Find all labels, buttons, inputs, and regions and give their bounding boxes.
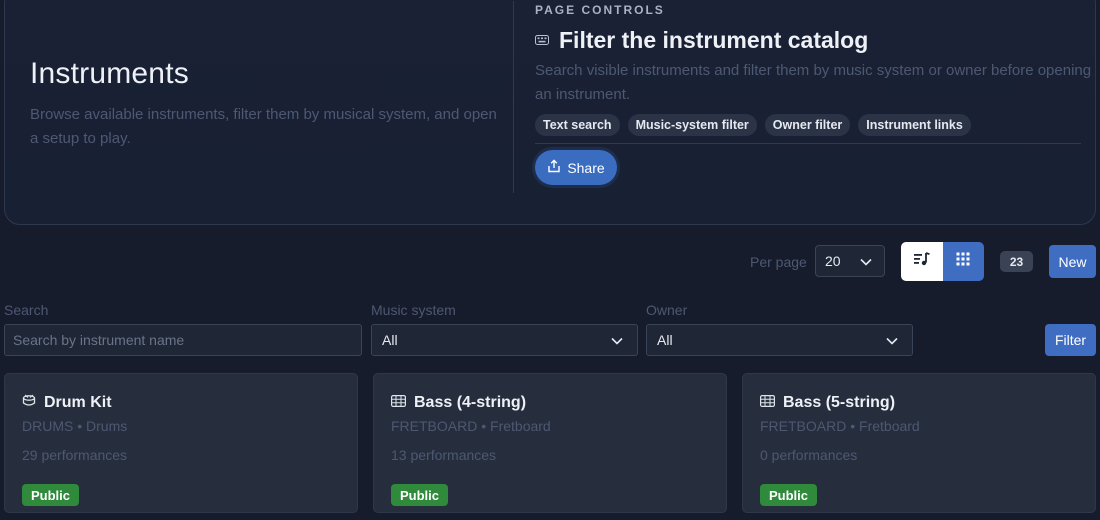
- controls-title-row: Filter the instrument catalog: [535, 27, 868, 54]
- card-title-row: Bass (5-string): [760, 394, 895, 412]
- header-divider: [513, 1, 514, 193]
- card-meta: DRUMS • Drums: [22, 418, 128, 434]
- music-system-select[interactable]: All: [371, 324, 638, 356]
- feature-chips: Text search Music-system filter Owner fi…: [535, 114, 971, 136]
- chip-music-system-filter: Music-system filter: [627, 114, 757, 136]
- share-icon: [547, 159, 561, 176]
- card-title-row: Drum Kit: [22, 394, 112, 412]
- keyboard-icon: [535, 32, 549, 50]
- instrument-card[interactable]: Bass (5-string) FRETBOARD • Fretboard 0 …: [742, 373, 1096, 513]
- music-system-label: Music system: [371, 302, 456, 318]
- instrument-card[interactable]: Drum Kit DRUMS • Drums 29 performances P…: [4, 373, 358, 513]
- fretboard-icon: [391, 394, 407, 412]
- card-title[interactable]: Bass (4-string): [414, 394, 526, 412]
- fretboard-icon: [760, 394, 776, 412]
- card-performances: 13 performances: [391, 447, 497, 463]
- instrument-card[interactable]: Bass (4-string) FRETBOARD • Fretboard 13…: [373, 373, 727, 513]
- public-badge: Public: [391, 484, 449, 506]
- list-view-button[interactable]: [901, 242, 943, 281]
- chip-text-search: Text search: [535, 114, 620, 136]
- card-title[interactable]: Bass (5-string): [783, 394, 895, 412]
- card-meta: FRETBOARD • Fretboard: [760, 418, 920, 434]
- card-title[interactable]: Drum Kit: [44, 394, 112, 412]
- header-panel: Instruments Browse available instruments…: [4, 0, 1096, 225]
- new-instrument-button[interactable]: New: [1049, 245, 1096, 278]
- chevron-down-icon: [611, 332, 623, 348]
- controls-description: Search visible instruments and filter th…: [535, 62, 1092, 103]
- controls-title: Filter the instrument catalog: [559, 27, 869, 53]
- filter-button[interactable]: Filter: [1045, 324, 1096, 356]
- public-badge: Public: [22, 484, 80, 506]
- card-title-row: Bass (4-string): [391, 394, 526, 412]
- chip-owner-filter: Owner filter: [764, 114, 851, 136]
- per-page-label: Per page: [750, 254, 807, 270]
- music-system-value: All: [382, 332, 398, 348]
- grid-icon: [956, 252, 970, 271]
- share-button[interactable]: Share: [535, 150, 617, 185]
- page-controls-eyebrow: PAGE CONTROLS: [535, 3, 665, 17]
- search-input[interactable]: [4, 324, 362, 356]
- share-label: Share: [567, 159, 605, 176]
- owner-value: All: [657, 332, 673, 348]
- per-page-value: 20: [825, 253, 841, 269]
- instrument-count-badge: 23: [1000, 251, 1033, 272]
- page-title: Instruments: [30, 57, 189, 90]
- chevron-down-icon: [886, 332, 898, 348]
- public-badge: Public: [760, 484, 818, 506]
- drum-icon: [22, 394, 36, 412]
- card-meta: FRETBOARD • Fretboard: [391, 418, 551, 434]
- chevron-down-icon: [860, 253, 872, 269]
- owner-select[interactable]: All: [646, 324, 913, 356]
- card-performances: 0 performances: [760, 447, 858, 463]
- grid-view-button[interactable]: [942, 242, 984, 281]
- instruments-page: Instruments Browse available instruments…: [0, 0, 1100, 520]
- music-list-icon: [913, 251, 931, 272]
- controls-divider: [535, 143, 1081, 144]
- card-performances: 29 performances: [22, 447, 128, 463]
- page-subtitle: Browse available instruments, filter the…: [30, 106, 497, 147]
- owner-label: Owner: [646, 302, 688, 318]
- chip-instrument-links: Instrument links: [858, 114, 971, 136]
- per-page-select[interactable]: 20: [815, 245, 885, 277]
- search-label: Search: [4, 302, 49, 318]
- view-toggle: [901, 242, 984, 281]
